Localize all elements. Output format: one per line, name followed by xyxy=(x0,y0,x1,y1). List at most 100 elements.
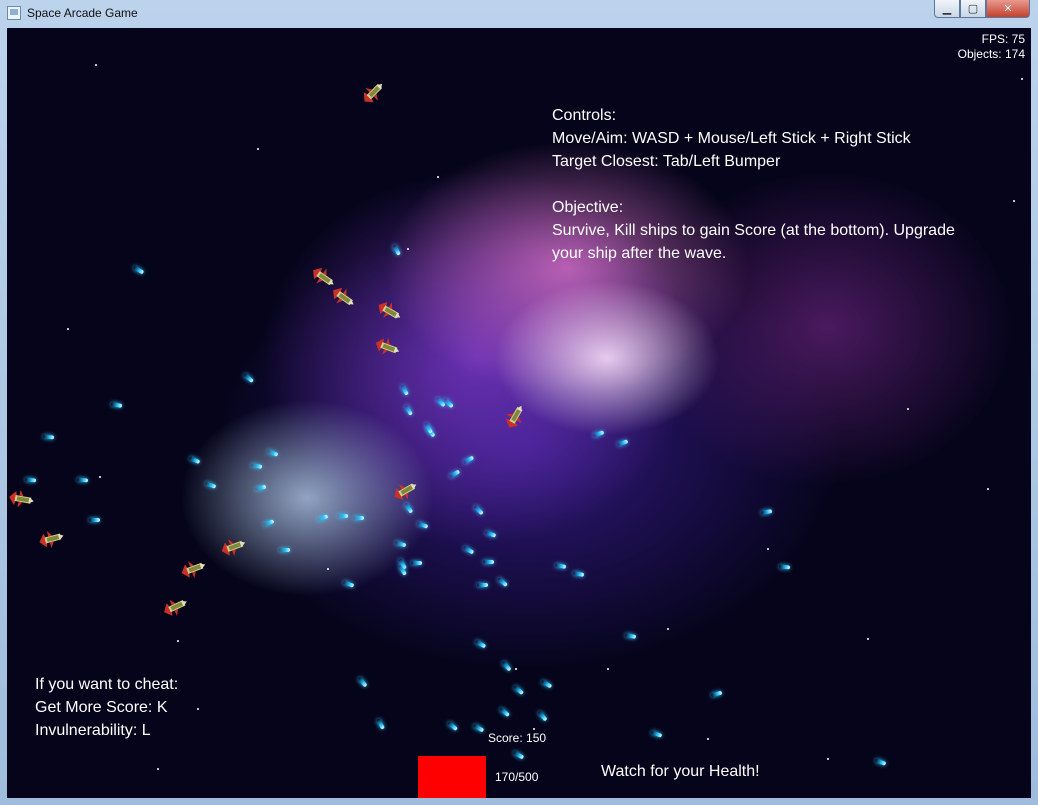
star xyxy=(767,548,769,550)
plasma-bolt-icon xyxy=(483,560,494,564)
plasma-bolt-icon xyxy=(537,710,548,722)
plasma-bolt-icon xyxy=(447,720,458,732)
plasma-bolt-icon xyxy=(484,530,497,538)
enemy-ship-icon xyxy=(35,525,68,553)
plasma-bolt-icon xyxy=(477,583,488,587)
plasma-bolt-icon xyxy=(512,750,525,760)
plasma-bolt-icon xyxy=(443,397,454,409)
star xyxy=(95,64,97,66)
star xyxy=(533,728,535,730)
plasma-bolt-icon xyxy=(316,514,329,522)
plasma-bolt-icon xyxy=(266,449,279,457)
plasma-bolt-icon xyxy=(89,518,100,522)
enemy-ship-icon xyxy=(498,399,531,434)
plasma-bolt-icon xyxy=(188,455,201,465)
plasma-bolt-icon xyxy=(592,430,605,438)
object-count: Objects: 174 xyxy=(957,47,1025,61)
plasma-bolt-icon xyxy=(394,540,407,548)
star xyxy=(607,668,609,670)
plasma-bolt-icon xyxy=(404,404,413,416)
instructions-panel: Controls: Move/Aim: WASD + Mouse/Left St… xyxy=(552,104,1002,265)
plasma-bolt-icon xyxy=(204,481,217,489)
star xyxy=(907,408,909,410)
star xyxy=(867,638,869,640)
objective-line-1: Survive, Kill ships to gain Score (at th… xyxy=(552,222,955,239)
star xyxy=(257,148,259,150)
plasma-bolt-icon xyxy=(760,509,773,515)
plasma-bolt-icon xyxy=(462,545,475,555)
window-controls: ▁ ▢ ✕ xyxy=(934,0,1030,20)
score-display: Score: 150 xyxy=(488,731,547,745)
plasma-bolt-icon xyxy=(392,244,401,256)
star xyxy=(667,628,669,630)
plasma-bolt-icon xyxy=(262,519,275,527)
cheat-score: Get More Score: K xyxy=(35,699,168,716)
plasma-bolt-icon xyxy=(24,477,37,483)
plasma-bolt-icon xyxy=(474,639,487,649)
star xyxy=(407,248,409,250)
health-bar xyxy=(418,756,486,798)
plasma-bolt-icon xyxy=(353,516,364,520)
plasma-bolt-icon xyxy=(554,563,567,569)
star xyxy=(327,568,329,570)
enemy-ship-icon xyxy=(355,75,390,110)
plasma-bolt-icon xyxy=(254,484,267,492)
plasma-bolt-icon xyxy=(424,422,433,434)
plasma-bolt-icon xyxy=(624,633,637,639)
star xyxy=(99,476,101,478)
fps-value: FPS: 75 xyxy=(981,32,1025,46)
cheat-panel: If you want to cheat: Get More Score: K … xyxy=(35,673,178,742)
plasma-bolt-icon xyxy=(411,561,422,565)
cheat-invulnerability: Invulnerability: L xyxy=(35,722,151,739)
star xyxy=(437,176,439,178)
star xyxy=(177,640,179,642)
plasma-bolt-icon xyxy=(243,372,254,384)
plasma-bolt-icon xyxy=(42,434,55,440)
enemy-ship-icon xyxy=(216,532,250,562)
app-icon xyxy=(7,6,21,20)
game-window: Space Arcade Game ▁ ▢ ✕ FPS: 75 Objects:… xyxy=(0,0,1038,805)
plasma-bolt-icon xyxy=(337,514,348,518)
health-value: 170/500 xyxy=(495,770,539,784)
controls-move: Move/Aim: WASD + Mouse/Left Stick + Righ… xyxy=(552,130,911,147)
plasma-bolt-icon xyxy=(448,469,461,479)
plasma-bolt-icon xyxy=(376,718,385,730)
plasma-bolt-icon xyxy=(416,521,429,529)
game-viewport[interactable]: FPS: 75 Objects: 174 Controls: Move/Aim:… xyxy=(7,28,1031,798)
plasma-bolt-icon xyxy=(513,684,524,696)
plasma-bolt-icon xyxy=(778,564,791,570)
title-bar[interactable]: Space Arcade Game ▁ ▢ ✕ xyxy=(0,0,1038,28)
enemy-ship-icon xyxy=(7,486,37,513)
star xyxy=(1013,200,1015,202)
maximize-button[interactable]: ▢ xyxy=(960,0,986,18)
window-title: Space Arcade Game xyxy=(27,6,138,20)
plasma-bolt-icon xyxy=(572,571,585,577)
plasma-bolt-icon xyxy=(132,265,145,275)
enemy-ship-icon xyxy=(371,294,406,327)
star xyxy=(1021,78,1023,80)
star xyxy=(707,738,709,740)
plasma-bolt-icon xyxy=(499,706,510,718)
minimize-button[interactable]: ▁ xyxy=(934,0,960,18)
close-button[interactable]: ✕ xyxy=(986,0,1030,18)
fps-counter: FPS: 75 Objects: 174 xyxy=(958,32,1025,62)
enemy-ship-icon xyxy=(176,554,210,584)
star xyxy=(197,708,199,710)
controls-heading: Controls: xyxy=(552,107,617,124)
plasma-bolt-icon xyxy=(110,402,123,408)
plasma-bolt-icon xyxy=(472,723,485,733)
plasma-bolt-icon xyxy=(250,463,263,469)
plasma-bolt-icon xyxy=(400,384,409,396)
objective-heading: Objective: xyxy=(552,199,624,216)
enemy-ship-icon xyxy=(158,591,193,623)
objective-line-2: your ship after the wave. xyxy=(552,245,727,262)
plasma-bolt-icon xyxy=(710,690,723,698)
plasma-bolt-icon xyxy=(874,758,887,766)
star xyxy=(515,668,517,670)
plasma-bolt-icon xyxy=(540,679,553,689)
enemy-ship-icon xyxy=(370,332,404,362)
plasma-bolt-icon xyxy=(342,580,355,588)
plasma-bolt-icon xyxy=(462,455,475,465)
star xyxy=(157,768,159,770)
health-warning: Watch for your Health! xyxy=(601,763,760,780)
